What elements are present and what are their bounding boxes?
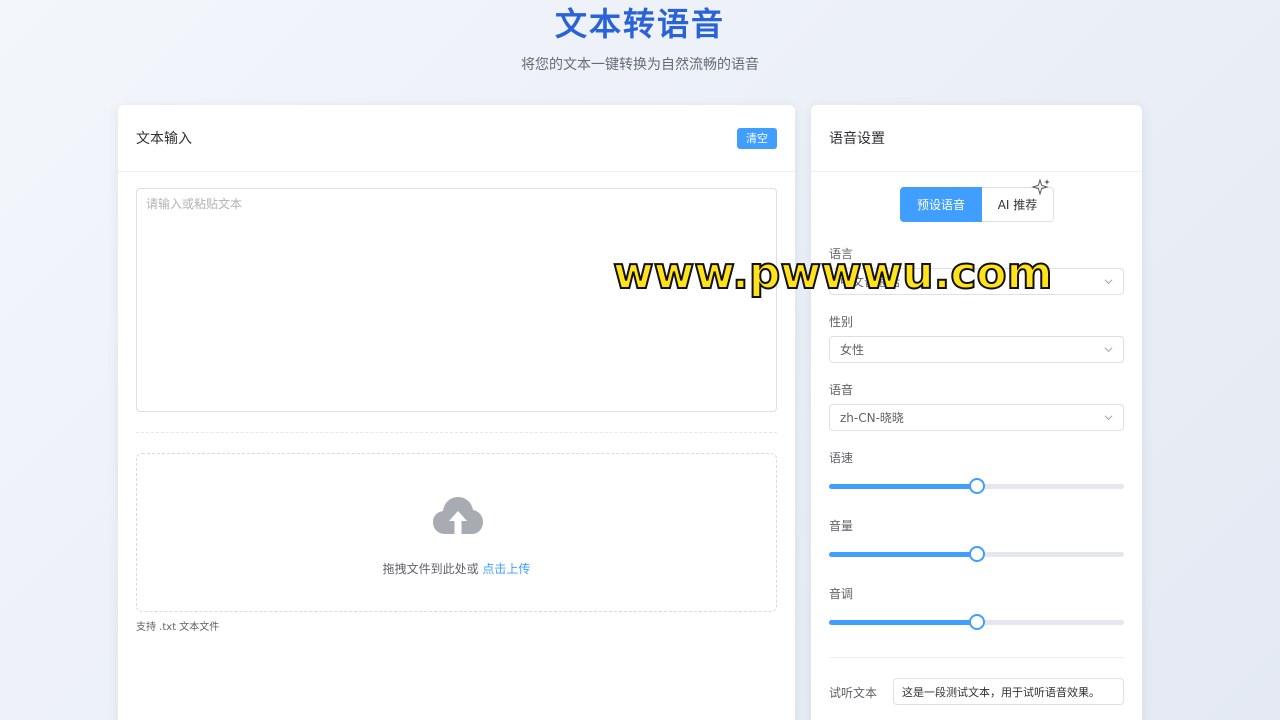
sparkle-icon — [1031, 178, 1050, 196]
gender-select[interactable]: 女性 — [829, 336, 1124, 363]
rate-label: 语速 — [829, 451, 854, 465]
upload-click-link[interactable]: 点击上传 — [482, 562, 530, 576]
text-input-area[interactable] — [136, 188, 777, 412]
voice-label: 语音 — [829, 383, 854, 397]
voice-select[interactable]: zh-CN-晓晓 — [829, 404, 1124, 431]
rate-slider[interactable] — [829, 478, 1124, 494]
gender-label: 性别 — [829, 315, 854, 329]
page-header: 文本转语音 将您的文本一键转换为自然流畅的语音 — [0, 0, 1280, 75]
upload-tip: 支持 .txt 文本文件 — [136, 622, 220, 633]
slider-thumb[interactable] — [968, 546, 985, 562]
page-title: 文本转语音 — [554, 5, 725, 43]
upload-dropzone[interactable]: 拖拽文件到此处或 点击上传 — [136, 453, 777, 612]
tab-ai-recommend[interactable]: AI 推荐 — [982, 178, 1054, 222]
text-input-card-header: 文本输入 清空 — [118, 105, 795, 172]
text-input-card: 文本输入 清空 拖拽文件到此处或 点击上传 支持 .txt 文本文件 — [118, 105, 795, 720]
tab-ai-recommend-label: AI 推荐 — [997, 198, 1038, 212]
chevron-down-icon — [1104, 279, 1113, 285]
upload-drag-text: 拖拽文件到此处或 — [382, 562, 479, 576]
voice-settings-title: 语音设置 — [829, 131, 885, 147]
chevron-down-icon — [1104, 415, 1113, 421]
section-divider — [136, 432, 777, 433]
text-input-title: 文本输入 — [136, 131, 192, 147]
tab-preset-voice[interactable]: 预设语音 — [900, 187, 982, 222]
volume-slider[interactable] — [829, 546, 1124, 562]
gender-value: 女性 — [840, 343, 865, 357]
slider-fill — [829, 484, 977, 489]
volume-label: 音量 — [829, 519, 854, 533]
page-subtitle: 将您的文本一键转换为自然流畅的语音 — [521, 57, 759, 73]
voice-settings-card: 语音设置 预设语音 AI 推荐 语言 中文普通话 性别 女性 语音 zh-CN-… — [811, 105, 1142, 720]
slider-thumb[interactable] — [968, 478, 985, 494]
voice-settings-header: 语音设置 — [811, 105, 1142, 172]
clear-button[interactable]: 清空 — [737, 127, 777, 149]
slider-fill — [829, 620, 977, 625]
watermark-text: www.pwwwu.com — [612, 247, 1053, 300]
pitch-label: 音调 — [829, 587, 854, 601]
preview-text-input[interactable] — [893, 678, 1124, 705]
slider-fill — [829, 552, 977, 557]
cloud-upload-icon — [433, 497, 483, 534]
preview-text-label: 试听文本 — [829, 686, 878, 700]
settings-divider — [829, 657, 1124, 658]
pitch-slider[interactable] — [829, 614, 1124, 630]
slider-thumb[interactable] — [968, 614, 985, 630]
voice-value: zh-CN-晓晓 — [840, 411, 904, 425]
upload-instructions: 拖拽文件到此处或 点击上传 — [137, 560, 776, 577]
voice-mode-toggle: 预设语音 AI 推荐 — [900, 178, 1054, 222]
chevron-down-icon — [1104, 347, 1113, 353]
